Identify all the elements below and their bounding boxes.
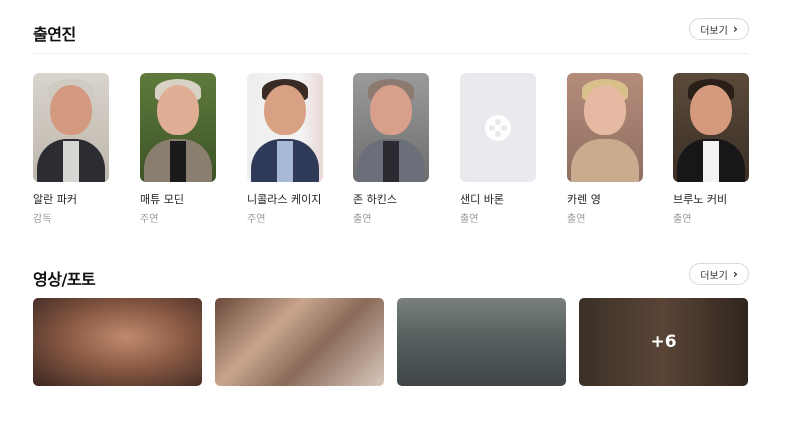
cast-photo[interactable] [353, 73, 429, 182]
cast-photo[interactable] [33, 73, 109, 182]
media-section-title: 영상/포토 [33, 270, 96, 289]
cast-name[interactable]: 매튜 모딘 [140, 191, 216, 207]
cast-role: 주연 [140, 214, 159, 225]
cast-item[interactable]: 알란 파커 감독 [33, 73, 109, 225]
film-reel-icon [485, 114, 511, 141]
more-count-overlay[interactable]: +6 [579, 298, 748, 386]
cast-section-title: 출연진 [33, 25, 76, 44]
chevron-right-icon: › [732, 22, 738, 36]
cast-role: 출연 [460, 214, 479, 225]
media-thumbnail[interactable] [33, 298, 202, 386]
cast-role: 출연 [567, 214, 586, 225]
cast-item[interactable]: 카렌 영 출연 [567, 73, 643, 225]
cast-list: 알란 파커 감독 매튜 모딘 주연 니콜라스 케이지 주연 존 하킨스 출연 샌… [33, 73, 749, 225]
cast-photo[interactable] [140, 73, 216, 182]
cast-name[interactable]: 존 하킨스 [353, 191, 429, 207]
cast-name[interactable]: 샌디 바론 [460, 191, 536, 207]
cast-photo[interactable] [247, 73, 323, 182]
cast-photo[interactable] [567, 73, 643, 182]
page: 출연진 더보기 › 알란 파커 감독 매튜 모딘 주연 니콜라스 케이지 주연 … [0, 0, 800, 429]
cast-role: 감독 [33, 214, 52, 225]
media-thumbnail-more[interactable]: +6 [579, 298, 748, 386]
cast-photo-placeholder[interactable] [460, 73, 536, 182]
media-thumbnail[interactable] [397, 298, 566, 386]
cast-more-button[interactable]: 더보기 › [689, 18, 749, 40]
media-gallery: +6 [33, 298, 749, 386]
cast-item[interactable]: 니콜라스 케이지 주연 [247, 73, 323, 225]
cast-role: 주연 [247, 214, 266, 225]
cast-photo[interactable] [673, 73, 749, 182]
cast-item[interactable]: 매튜 모딘 주연 [140, 73, 216, 225]
section-divider [33, 53, 749, 54]
media-more-button[interactable]: 더보기 › [689, 263, 749, 285]
media-thumbnail[interactable] [215, 298, 384, 386]
cast-item[interactable]: 브루노 커비 출연 [673, 73, 749, 225]
cast-item[interactable]: 샌디 바론 출연 [460, 73, 536, 225]
chevron-right-icon: › [732, 267, 738, 281]
cast-name[interactable]: 알란 파커 [33, 191, 109, 207]
cast-name[interactable]: 니콜라스 케이지 [247, 191, 323, 207]
cast-role: 출연 [353, 214, 372, 225]
cast-more-label: 더보기 [700, 25, 728, 37]
cast-item[interactable]: 존 하킨스 출연 [353, 73, 429, 225]
cast-role: 출연 [673, 214, 692, 225]
media-more-label: 더보기 [700, 270, 728, 282]
cast-name[interactable]: 카렌 영 [567, 191, 643, 207]
cast-name[interactable]: 브루노 커비 [673, 191, 749, 207]
